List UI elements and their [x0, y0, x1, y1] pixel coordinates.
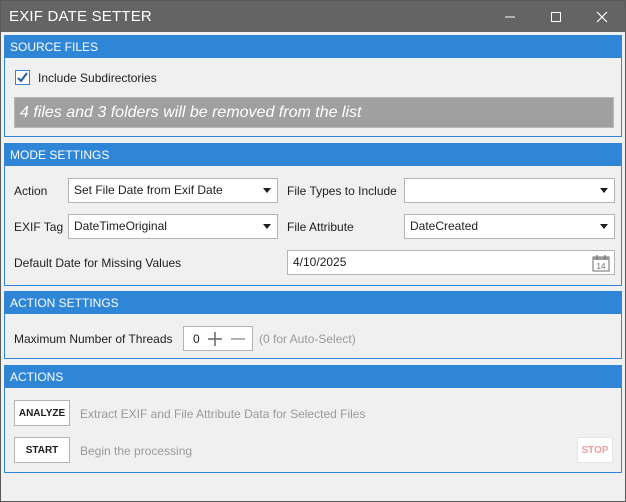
- default-date-picker[interactable]: 4/10/2025 14: [287, 250, 615, 275]
- action-combobox[interactable]: Set File Date from Exif Date: [68, 178, 278, 203]
- file-attribute-label: File Attribute: [287, 220, 354, 234]
- analyze-description: Extract EXIF and File Attribute Data for…: [80, 407, 366, 421]
- stop-button[interactable]: STOP: [577, 437, 613, 463]
- file-types-combobox[interactable]: [404, 178, 615, 203]
- start-button[interactable]: START: [14, 437, 70, 463]
- plus-icon: [208, 332, 222, 346]
- info-banner: 4 files and 3 folders will be removed fr…: [14, 97, 614, 128]
- analyze-button[interactable]: ANALYZE: [14, 400, 70, 426]
- action-settings-header: ACTION SETTINGS: [5, 292, 621, 314]
- minimize-button[interactable]: [487, 1, 533, 32]
- close-icon: [596, 11, 608, 23]
- max-threads-value: 0: [193, 332, 200, 346]
- exif-tag-value: DateTimeOriginal: [74, 219, 167, 233]
- action-settings-section: ACTION SETTINGS Maximum Number of Thread…: [4, 291, 622, 359]
- max-threads-label: Maximum Number of Threads: [14, 332, 173, 346]
- max-threads-stepper[interactable]: 0: [183, 326, 253, 351]
- chevron-down-icon: [263, 224, 271, 229]
- actions-section: ACTIONS ANALYZE Extract EXIF and File At…: [4, 365, 622, 473]
- title-bar: EXIF DATE SETTER: [1, 1, 625, 32]
- decrement-button[interactable]: [229, 330, 247, 351]
- include-subdirectories-label: Include Subdirectories: [38, 71, 157, 85]
- calendar-icon[interactable]: 14: [592, 254, 610, 280]
- action-value: Set File Date from Exif Date: [74, 183, 223, 197]
- file-attribute-combobox[interactable]: DateCreated: [404, 214, 615, 239]
- file-types-label: File Types to Include: [287, 184, 397, 198]
- file-attribute-value: DateCreated: [410, 219, 479, 233]
- source-files-section: SOURCE FILES Include Subdirectories 4 fi…: [4, 35, 622, 137]
- chevron-down-icon: [600, 224, 608, 229]
- actions-header: ACTIONS: [5, 366, 621, 388]
- include-subdirectories-checkbox[interactable]: [15, 70, 30, 85]
- maximize-icon: [550, 11, 562, 23]
- exif-tag-combobox[interactable]: DateTimeOriginal: [68, 214, 278, 239]
- mode-settings-header: MODE SETTINGS: [5, 144, 621, 166]
- default-date-value: 4/10/2025: [293, 255, 347, 269]
- chevron-down-icon: [263, 188, 271, 193]
- start-description: Begin the processing: [80, 444, 193, 458]
- chevron-down-icon: [600, 188, 608, 193]
- default-date-label: Default Date for Missing Values: [14, 256, 182, 270]
- increment-button[interactable]: [206, 330, 224, 351]
- exif-tag-label: EXIF Tag: [14, 220, 64, 234]
- calendar-day-text: 14: [597, 262, 606, 271]
- minimize-icon: [504, 11, 516, 23]
- maximize-button[interactable]: [533, 1, 579, 32]
- mode-settings-section: MODE SETTINGS Action Set File Date from …: [4, 143, 622, 286]
- app-window: EXIF DATE SETTER SOURCE FILES Include Su…: [0, 0, 626, 502]
- window-title: EXIF DATE SETTER: [9, 8, 152, 25]
- action-label: Action: [14, 184, 48, 198]
- source-files-header: SOURCE FILES: [5, 36, 621, 58]
- minus-icon: [231, 338, 245, 340]
- checkmark-icon: [17, 72, 28, 83]
- max-threads-hint: (0 for Auto-Select): [259, 332, 356, 346]
- close-button[interactable]: [579, 1, 625, 32]
